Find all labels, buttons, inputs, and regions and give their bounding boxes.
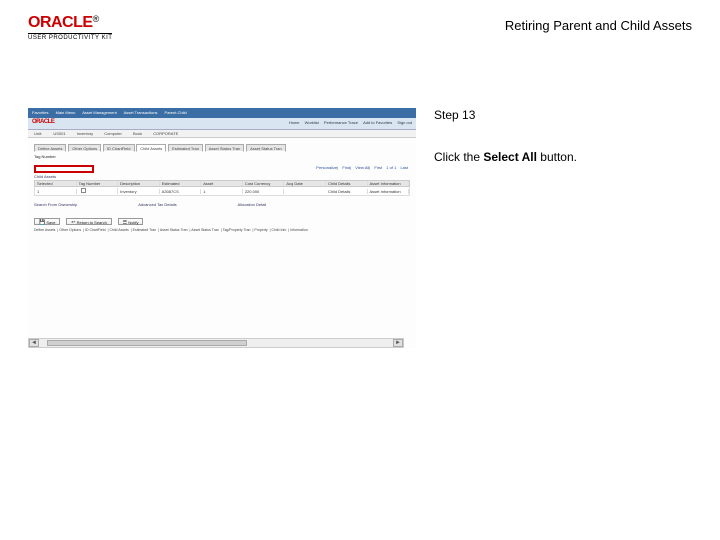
footer-link[interactable]: Property: [254, 228, 267, 232]
unit-value: US001: [53, 131, 65, 136]
inv-value: Computer: [104, 131, 122, 136]
viewall-link[interactable]: View All: [355, 165, 369, 170]
instr-post: button.: [537, 150, 577, 164]
tab-asset-status-tran-2[interactable]: Asset Status Tran: [246, 144, 286, 152]
scroll-thumb[interactable]: [47, 340, 247, 346]
instr-pre: Click the: [434, 150, 483, 164]
app-header-bar: ORACLE Home Worklist Performance Trace A…: [28, 118, 416, 130]
footer-link[interactable]: Other Options: [59, 228, 81, 232]
return-button[interactable]: ↩ Return to Search: [66, 218, 112, 225]
checkbox-icon[interactable]: [81, 188, 86, 193]
col-child: Child Details: [326, 181, 368, 186]
tab-other-options[interactable]: Other Options: [68, 144, 101, 152]
unit-label: Unit:: [34, 131, 42, 136]
footer-link[interactable]: Define Assets: [34, 228, 55, 232]
notify-button[interactable]: ☰ Notify: [118, 218, 144, 225]
tag-label: Tag Number: [34, 154, 56, 159]
favorites-link[interactable]: Add to Favorites: [363, 120, 392, 125]
save-button[interactable]: 💾 Save: [34, 218, 60, 225]
col-cost: Cost Currency: [243, 181, 285, 186]
last-link[interactable]: Last: [400, 165, 408, 170]
cell-info[interactable]: Asset Information: [368, 189, 410, 194]
footer-link[interactable]: Information: [290, 228, 308, 232]
inv-label: Inventory: [77, 131, 93, 136]
cell-desc: Inventory: [118, 189, 160, 194]
cell-idx: 1: [35, 189, 77, 194]
tab-strip: Define Assets Other Options ID ChartFiel…: [34, 142, 410, 151]
button-row: 💾 Save ↩ Return to Search ☰ Notify: [34, 216, 410, 225]
signout-link[interactable]: Sign out: [397, 120, 412, 125]
step-label: Step 13: [434, 108, 684, 122]
allocation-link[interactable]: Allocation Detail: [238, 202, 267, 207]
tab-asset-status-tran[interactable]: Asset Status Tran: [205, 144, 245, 152]
tab-define-assets[interactable]: Define Assets: [34, 144, 66, 152]
notify-icon: ☰: [123, 219, 127, 225]
brand-text: ORACLE: [28, 14, 93, 31]
tab-child-assets[interactable]: Child Assets: [136, 144, 166, 152]
context-bar: Unit: US001 Inventory Computer Book CORP…: [28, 130, 416, 138]
header-links: Home Worklist Performance Trace Add to F…: [285, 120, 412, 125]
cell-cost: 220.000: [243, 189, 285, 194]
app-logo: ORACLE: [32, 119, 54, 125]
scroll-right-icon[interactable]: ►: [393, 339, 403, 347]
search-ownership-link[interactable]: Search From Ownership: [34, 202, 77, 207]
breadcrumb-item: Favorites: [32, 110, 48, 115]
mid-links: Search From Ownership Advanced Tax Detai…: [34, 202, 410, 207]
perf-link[interactable]: Performance Trace: [324, 120, 358, 125]
instruction-panel: Step 13 Click the Select All button.: [434, 108, 684, 164]
horizontal-scrollbar[interactable]: ◄ ►: [28, 338, 404, 348]
tab-estimated-tran[interactable]: Estimated Tran: [168, 144, 203, 152]
breadcrumb: Favorites Main Menu Asset Management Ass…: [28, 108, 416, 118]
grid-toolbar: Personalize| Find| View All| First 1 of …: [313, 165, 408, 170]
grid-header: Selected Tag Number Description Estimate…: [34, 180, 410, 187]
col-asset: Asset: [201, 181, 243, 186]
footer-link[interactable]: Child Assets: [110, 228, 129, 232]
footer-links: Define Assets| Other Options| ID ChartFi…: [34, 228, 410, 232]
col-est: Estimated: [160, 181, 202, 186]
app-screenshot: Favorites Main Menu Asset Management Ass…: [28, 108, 416, 348]
tab-id-chartfield[interactable]: ID ChartField: [103, 144, 135, 152]
adv-tax-link[interactable]: Advanced Tax Details: [138, 202, 176, 207]
section-heading: Child Assets: [34, 174, 56, 179]
footer-link[interactable]: Estimated Tran: [133, 228, 157, 232]
footer-link[interactable]: Child Info: [272, 228, 287, 232]
footer-link[interactable]: ID ChartField: [85, 228, 106, 232]
instr-bold: Select All: [483, 150, 537, 164]
pager-text: 1 of 1: [386, 165, 396, 170]
table-row: 1 Inventory A3087CS 1 220.000 Child Deta…: [34, 187, 410, 196]
footer-link[interactable]: Asset Status Tran: [160, 228, 188, 232]
scroll-left-icon[interactable]: ◄: [29, 339, 39, 347]
cell-asset: 1: [201, 189, 243, 194]
breadcrumb-item: Asset Transactions: [124, 110, 158, 115]
breadcrumb-item: Asset Management: [82, 110, 116, 115]
personalize-link[interactable]: Personalize: [316, 165, 337, 170]
book-value: CORPORATE: [153, 131, 178, 136]
trademark: ®: [93, 14, 100, 24]
book-label: Book: [133, 131, 142, 136]
breadcrumb-item: Parent-Child: [165, 110, 187, 115]
brand-subtitle: USER PRODUCTIVITY KIT: [28, 33, 112, 41]
select-all-highlight[interactable]: [34, 165, 94, 173]
col-desc: Description: [118, 181, 160, 186]
field-row: Tag Number: [34, 154, 410, 164]
footer-link[interactable]: Asset Status Tran: [191, 228, 219, 232]
col-tag: Tag Number: [77, 181, 119, 186]
home-link[interactable]: Home: [289, 120, 300, 125]
cell-check[interactable]: [77, 188, 119, 194]
brand-logo: ORACLE® USER PRODUCTIVITY KIT: [28, 14, 112, 41]
worklist-link[interactable]: Worklist: [305, 120, 319, 125]
col-acq: Acq Date: [284, 181, 326, 186]
breadcrumb-item: Main Menu: [56, 110, 76, 115]
cell-est: A3087CS: [160, 189, 202, 194]
page-title: Retiring Parent and Child Assets: [505, 14, 692, 33]
col-selected: Selected: [35, 181, 77, 186]
cell-child[interactable]: Child Details: [326, 189, 368, 194]
first-link[interactable]: First: [374, 165, 382, 170]
save-icon: 💾: [39, 219, 45, 225]
instruction-text: Click the Select All button.: [434, 150, 684, 164]
find-link[interactable]: Find: [342, 165, 350, 170]
col-info: Asset Information: [368, 181, 410, 186]
footer-link[interactable]: Tag/Property Tran: [223, 228, 251, 232]
return-icon: ↩: [71, 219, 75, 225]
